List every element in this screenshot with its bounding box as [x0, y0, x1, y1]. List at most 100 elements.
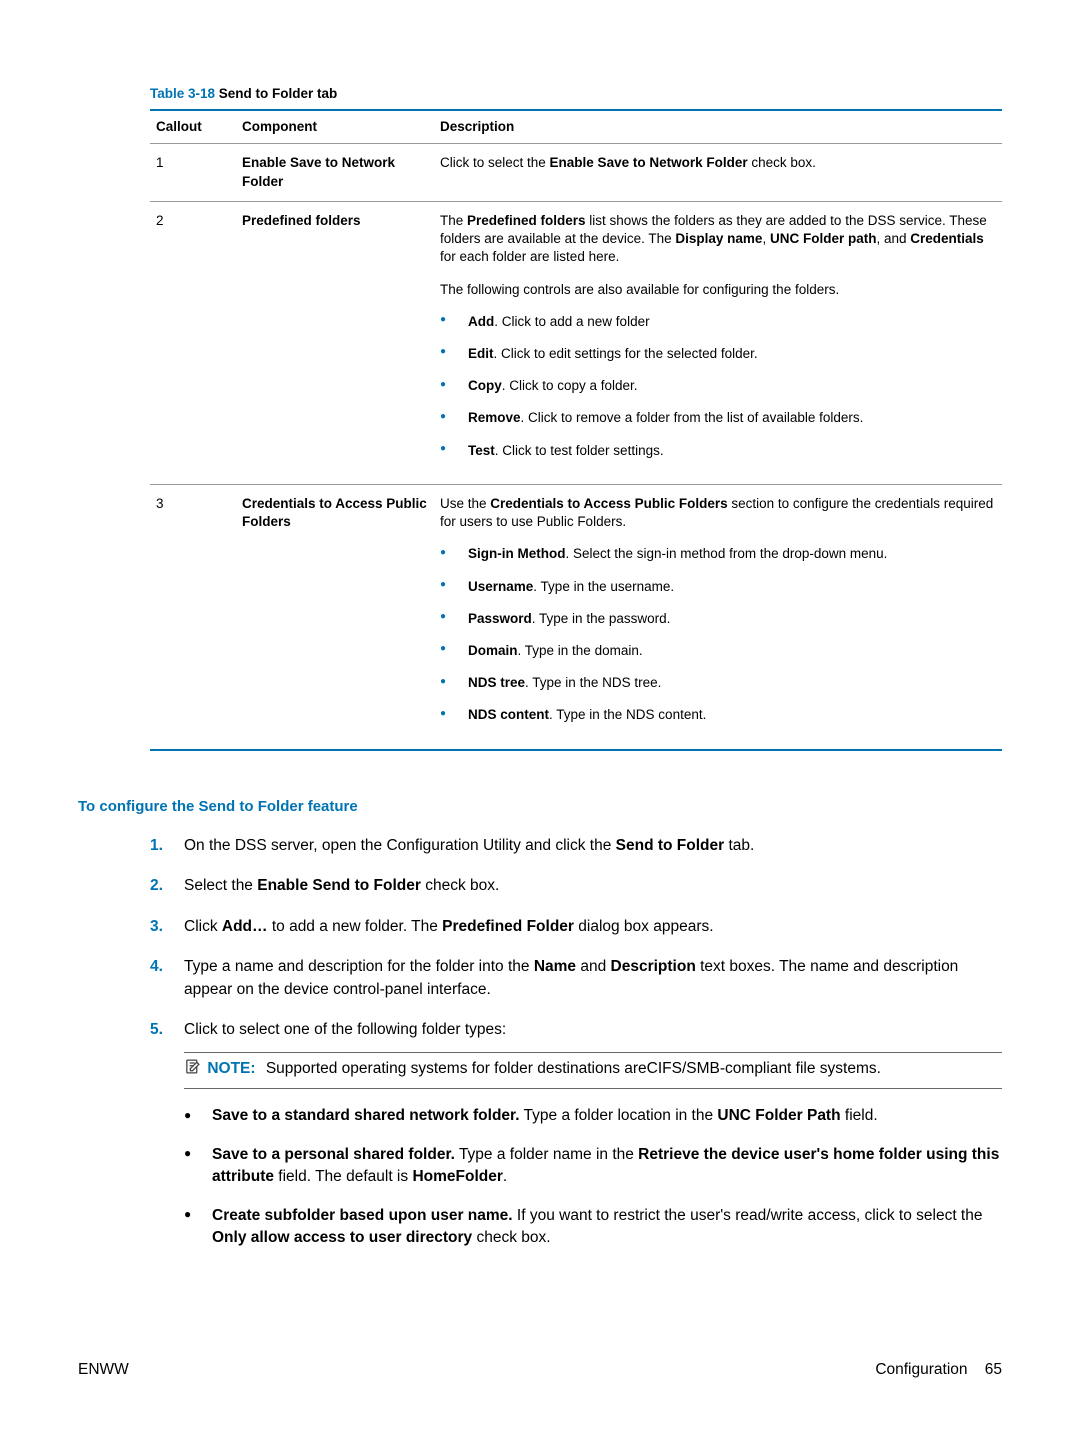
text: . Type in the NDS tree. [525, 675, 661, 690]
text-bold: Sign-in Method [468, 546, 565, 561]
text-bold: Credentials to Access Public Folders [490, 496, 727, 511]
text-bold: UNC Folder Path [717, 1107, 840, 1124]
table-number: Table 3-18 [150, 86, 215, 101]
table-row: 2 Predefined folders The Predefined fold… [150, 201, 1002, 484]
th-description: Description [434, 110, 1002, 144]
text-bold: Remove [468, 410, 521, 425]
text: . Type in the password. [532, 611, 671, 626]
text: and [576, 958, 610, 975]
text-bold: Test [468, 443, 495, 458]
list-item: Remove. Click to remove a folder from th… [440, 409, 996, 427]
text-bold: Enable Send to Folder [257, 877, 421, 894]
text-bold: Domain [468, 643, 518, 658]
text-bold: Name [534, 958, 576, 975]
text: dialog box appears. [574, 918, 714, 935]
text: Click to select one of the following fol… [184, 1021, 506, 1038]
text-bold: Description [611, 958, 696, 975]
step-item: Select the Enable Send to Folder check b… [150, 875, 1002, 897]
text-bold: Only allow access to user directory [212, 1229, 472, 1246]
text-bold: Add [468, 314, 494, 329]
text: Type a folder location in the [520, 1107, 718, 1124]
page-number: 65 [985, 1361, 1002, 1378]
text: tab. [724, 837, 754, 854]
text: field. [841, 1107, 878, 1124]
text-bold: NDS tree [468, 675, 525, 690]
text: Type a folder name in the [455, 1146, 638, 1163]
text: . [503, 1168, 507, 1185]
text: . Type in the NDS content. [549, 707, 706, 722]
text-bold: NDS content [468, 707, 549, 722]
text-bold: Enable Save to Network Folder [550, 155, 748, 170]
text-bold: Username [468, 579, 533, 594]
note-block: NOTE: Supported operating systems for fo… [184, 1052, 1002, 1089]
text-bold: Save to a personal shared folder. [212, 1146, 455, 1163]
table-caption: Table 3-18 Send to Folder tab [150, 85, 1002, 103]
footer-section: Configuration [875, 1361, 967, 1378]
cell-component: Credentials to Access Public Folders [236, 484, 434, 749]
text: , [762, 231, 770, 246]
cell-description: The Predefined folders list shows the fo… [434, 201, 1002, 484]
note-icon [184, 1058, 201, 1082]
text-bold: Save to a standard shared network folder… [212, 1107, 520, 1124]
th-component: Component [236, 110, 434, 144]
text-bold: Copy [468, 378, 502, 393]
send-to-folder-table: Callout Component Description 1 Enable S… [150, 109, 1002, 750]
cell-description: Click to select the Enable Save to Netwo… [434, 144, 1002, 201]
text-bold: Send to Folder [616, 837, 725, 854]
list-item: Save to a personal shared folder. Type a… [184, 1144, 1002, 1189]
text-bold: UNC Folder path [770, 231, 877, 246]
step-item: On the DSS server, open the Configuratio… [150, 835, 1002, 857]
text: . Click to test folder settings. [495, 443, 664, 458]
controls-list: Add. Click to add a new folder Edit. Cli… [440, 313, 996, 460]
text: . Type in the username. [533, 579, 674, 594]
text: . Click to copy a folder. [502, 378, 638, 393]
subheading: To configure the Send to Folder feature [78, 797, 1002, 817]
text-bold: Password [468, 611, 532, 626]
text: . Click to remove a folder from the list… [521, 410, 864, 425]
text: check box. [421, 877, 499, 894]
page-footer: ENWW Configuration 65 [78, 1360, 1002, 1381]
step-item: Click to select one of the following fol… [150, 1019, 1002, 1249]
text-bold: Predefined Folder [442, 918, 574, 935]
steps-list: On the DSS server, open the Configuratio… [150, 835, 1002, 1250]
text: for each folder are listed here. [440, 249, 619, 264]
text: . Type in the domain. [518, 643, 643, 658]
cell-description: Use the Credentials to Access Public Fol… [434, 484, 1002, 749]
text: If you want to restrict the user's read/… [513, 1207, 983, 1224]
text: , and [876, 231, 910, 246]
text: . Click to add a new folder [494, 314, 649, 329]
list-item: Edit. Click to edit settings for the sel… [440, 345, 996, 363]
text-bold: Display name [675, 231, 762, 246]
list-item: Username. Type in the username. [440, 578, 996, 596]
cell-callout: 2 [150, 201, 236, 484]
list-item: Sign-in Method. Select the sign-in metho… [440, 545, 996, 563]
text: The [440, 213, 467, 228]
text: check box. [748, 155, 816, 170]
list-item: Password. Type in the password. [440, 610, 996, 628]
cell-component: Enable Save to Network Folder [236, 144, 434, 201]
text: Type a name and description for the fold… [184, 958, 534, 975]
text: Click to select the [440, 155, 550, 170]
text: field. The default is [274, 1168, 412, 1185]
text-bold: Add… [222, 918, 268, 935]
text-bold: HomeFolder [412, 1168, 502, 1185]
footer-left: ENWW [78, 1360, 129, 1381]
th-callout: Callout [150, 110, 236, 144]
table-row: 1 Enable Save to Network Folder Click to… [150, 144, 1002, 201]
cell-callout: 3 [150, 484, 236, 749]
footer-right: Configuration 65 [875, 1360, 1002, 1381]
folder-type-list: Save to a standard shared network folder… [184, 1105, 1002, 1249]
table-row: 3 Credentials to Access Public Folders U… [150, 484, 1002, 749]
list-item: Copy. Click to copy a folder. [440, 377, 996, 395]
text: Select the [184, 877, 257, 894]
credentials-list: Sign-in Method. Select the sign-in metho… [440, 545, 996, 724]
text: . Click to edit settings for the selecte… [494, 346, 758, 361]
note-label: NOTE: [207, 1060, 255, 1077]
text-bold: Edit [468, 346, 494, 361]
text: Use the [440, 496, 490, 511]
step-item: Type a name and description for the fold… [150, 956, 1002, 1001]
text: . Select the sign-in method from the dro… [565, 546, 887, 561]
text-bold: Create subfolder based upon user name. [212, 1207, 513, 1224]
text: On the DSS server, open the Configuratio… [184, 837, 616, 854]
list-item: Save to a standard shared network folder… [184, 1105, 1002, 1127]
